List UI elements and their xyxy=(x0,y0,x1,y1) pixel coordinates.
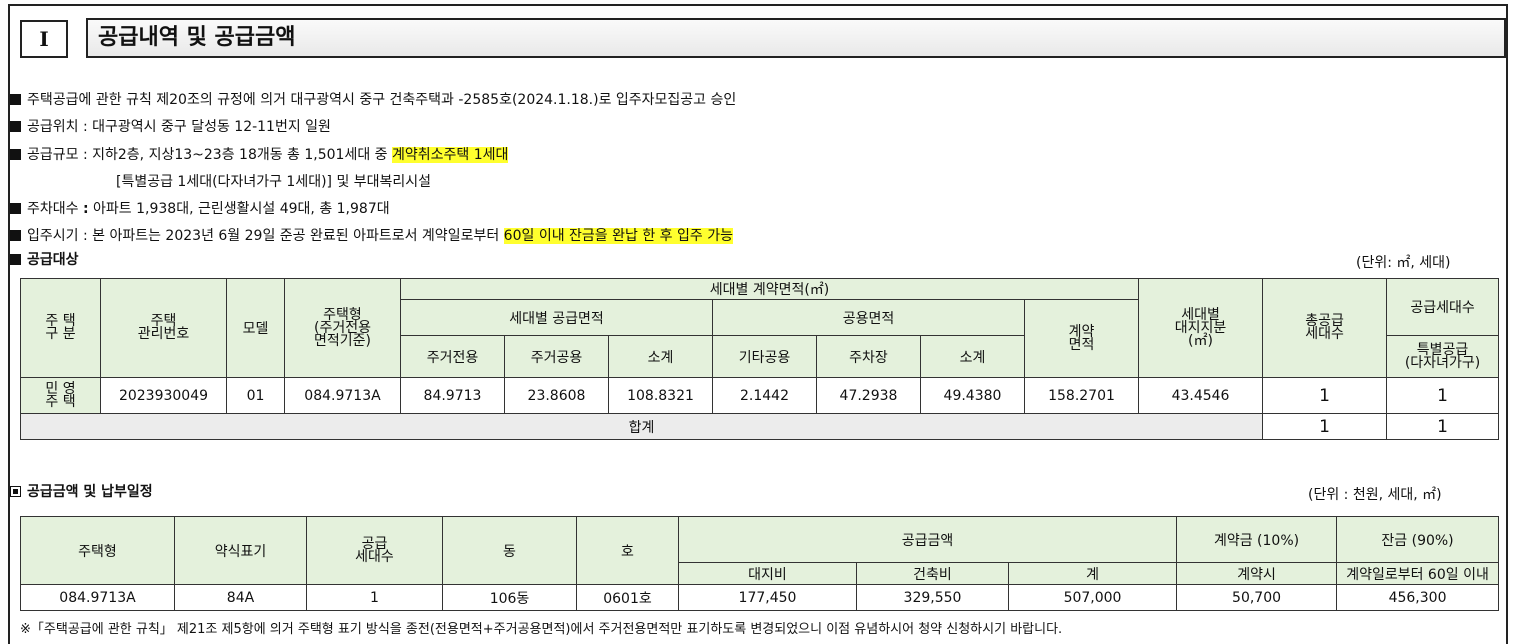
th-other-common: 기타공용 xyxy=(712,335,817,378)
table-row: 민 영 주 택 2023930049 01 084.9713A 84.9713 … xyxy=(20,377,1500,414)
th-contract-area-group: 세대별 계약면적(㎡) xyxy=(399,278,1140,300)
bullet-square-icon xyxy=(10,230,21,241)
cell-build: 329,550 xyxy=(856,584,1009,611)
th-contract-area: 계약 면적 xyxy=(1023,299,1140,378)
th-supply-units: 공급세대수 xyxy=(1386,278,1500,336)
cell-contract-area: 158.2701 xyxy=(1023,377,1140,414)
cell-land-share: 43.4546 xyxy=(1138,377,1264,414)
th-housing-type: 주 택 구 분 xyxy=(20,278,101,378)
cell-sum: 507,000 xyxy=(1007,584,1178,611)
cell-land: 177,450 xyxy=(678,584,857,611)
highlight-move-in: 60일 이내 잔금을 완납 한 후 입주 가능 xyxy=(503,228,733,244)
th-ho: 호 xyxy=(576,516,679,585)
bullet-square-icon xyxy=(10,121,21,132)
th-residential-common: 주거공용 xyxy=(504,335,609,378)
cell-subtotal2: 49.4380 xyxy=(920,377,1025,414)
th-house-type: 주택형 (주거전용 면적기준) xyxy=(284,278,401,378)
th-deposit: 계약금 (10%) xyxy=(1176,516,1338,563)
cell-total-label: 합계 xyxy=(19,413,1264,440)
cell-short: 84A xyxy=(174,584,307,611)
bullet-square-icon xyxy=(10,149,21,160)
th-exclusive: 주거전용 xyxy=(400,335,505,378)
cell-other-common: 2.1442 xyxy=(712,377,817,414)
cell-house-type: 084.9713A xyxy=(284,377,401,414)
th-amount: 공급금액 xyxy=(677,516,1178,563)
bullet-square-icon xyxy=(10,203,21,214)
th-parking: 주차장 xyxy=(816,335,921,378)
cell-dong: 106동 xyxy=(442,584,577,611)
th-special: 특별공급 (다자녀가구) xyxy=(1386,335,1500,378)
cell-deposit: 50,700 xyxy=(1176,584,1338,611)
price-table: 주택형 약식표기 공급 세대수 동 호 공급금액 계약금 (10%) 잔금 (9… xyxy=(20,516,1500,611)
th-total-units: 총공급 세대수 xyxy=(1262,278,1388,378)
price-note: ※「주택공급에 관한 규칙」 제21조 제5항에 의거 주택형 표기 방식을 종… xyxy=(20,622,1063,637)
section-title: 공급내역 및 공급금액 xyxy=(86,18,1506,58)
total-row: 합계 1 1 xyxy=(19,413,1500,440)
th-subtotal1: 소계 xyxy=(608,335,713,378)
cell-subtotal1: 108.8321 xyxy=(608,377,713,414)
th-land: 대지비 xyxy=(678,562,857,585)
highlight-cancelled-unit: 계약취소주택 1세대 xyxy=(392,147,509,163)
th-short: 약식표기 xyxy=(174,516,307,585)
th-price-house-type: 주택형 xyxy=(20,516,175,585)
th-subtotal2: 소계 xyxy=(920,335,1025,378)
cell-type: 민 영 주 택 xyxy=(20,377,101,414)
cell-special-sum: 1 xyxy=(1386,413,1500,440)
bullet-square-icon xyxy=(10,94,21,105)
cell-model: 01 xyxy=(226,377,285,414)
cell-exclusive: 84.9713 xyxy=(400,377,505,414)
th-supply-area: 세대별 공급면적 xyxy=(400,299,713,336)
th-at-contract: 계약시 xyxy=(1176,562,1338,585)
th-mgmt-no: 주택 관리번호 xyxy=(100,278,227,378)
cell-balance: 456,300 xyxy=(1336,584,1500,611)
supply-target-unit: (단위: ㎡, 세대) xyxy=(1356,255,1451,271)
th-units: 공급 세대수 xyxy=(306,516,443,585)
section-number: I xyxy=(20,20,68,58)
cell-special: 1 xyxy=(1386,377,1500,414)
intro-line-move-in: 입주시기 : 본 아파트는 2023년 6월 29일 준공 완료된 아파트로서 … xyxy=(10,226,733,246)
th-land-share: 세대별 대지지분 (㎡) xyxy=(1138,278,1264,378)
cell-total-units-sum: 1 xyxy=(1262,413,1388,440)
th-sum: 계 xyxy=(1007,562,1178,585)
price-unit: (단위 : 천원, 세대, ㎡) xyxy=(1308,487,1442,503)
cell-total-units: 1 xyxy=(1262,377,1388,414)
th-build: 건축비 xyxy=(856,562,1009,585)
th-common-area: 공용면적 xyxy=(712,299,1025,336)
bullet-square-outline-icon xyxy=(10,486,21,497)
cell-units: 1 xyxy=(306,584,443,611)
price-heading: 공급금액 및 납부일정 xyxy=(10,482,153,502)
supply-target-heading: 공급대상 xyxy=(10,250,79,270)
th-within-60: 계약일로부터 60일 이내 xyxy=(1336,562,1500,585)
cell-parking: 47.2938 xyxy=(816,377,921,414)
cell-residential-common: 23.8608 xyxy=(504,377,609,414)
cell-price-house-type: 084.9713A xyxy=(20,584,175,611)
cell-ho: 0601호 xyxy=(576,584,679,611)
th-balance: 잔금 (90%) xyxy=(1336,516,1500,563)
intro-line-location: 공급위치 : 대구광역시 중구 달성동 12-11번지 일원 xyxy=(10,117,331,137)
intro-line-approval: 주택공급에 관한 규칙 제20조의 규정에 의거 대구광역시 중구 건축주택과 … xyxy=(10,90,736,110)
th-model: 모델 xyxy=(226,278,285,378)
intro-line-scale: 공급규모 : 지하2층, 지상13~23층 18개동 총 1,501세대 중 계… xyxy=(10,145,509,165)
intro-line-parking: 주차대수 : 아파트 1,938대, 근린생활시설 49대, 총 1,987대 xyxy=(10,199,390,219)
cell-mgmt-no: 2023930049 xyxy=(100,377,227,414)
bullet-square-icon xyxy=(10,254,21,265)
intro-line-scale-detail: [특별공급 1세대(다자녀가구 1세대)] 및 부대복리시설 xyxy=(116,174,432,190)
table-row: 084.9713A 84A 1 106동 0601호 177,450 329,5… xyxy=(20,584,1500,611)
supply-target-table: 주 택 구 분 주택 관리번호 모델 주택형 (주거전용 면적기준) 세대별 계… xyxy=(19,278,1500,440)
th-dong: 동 xyxy=(442,516,577,585)
